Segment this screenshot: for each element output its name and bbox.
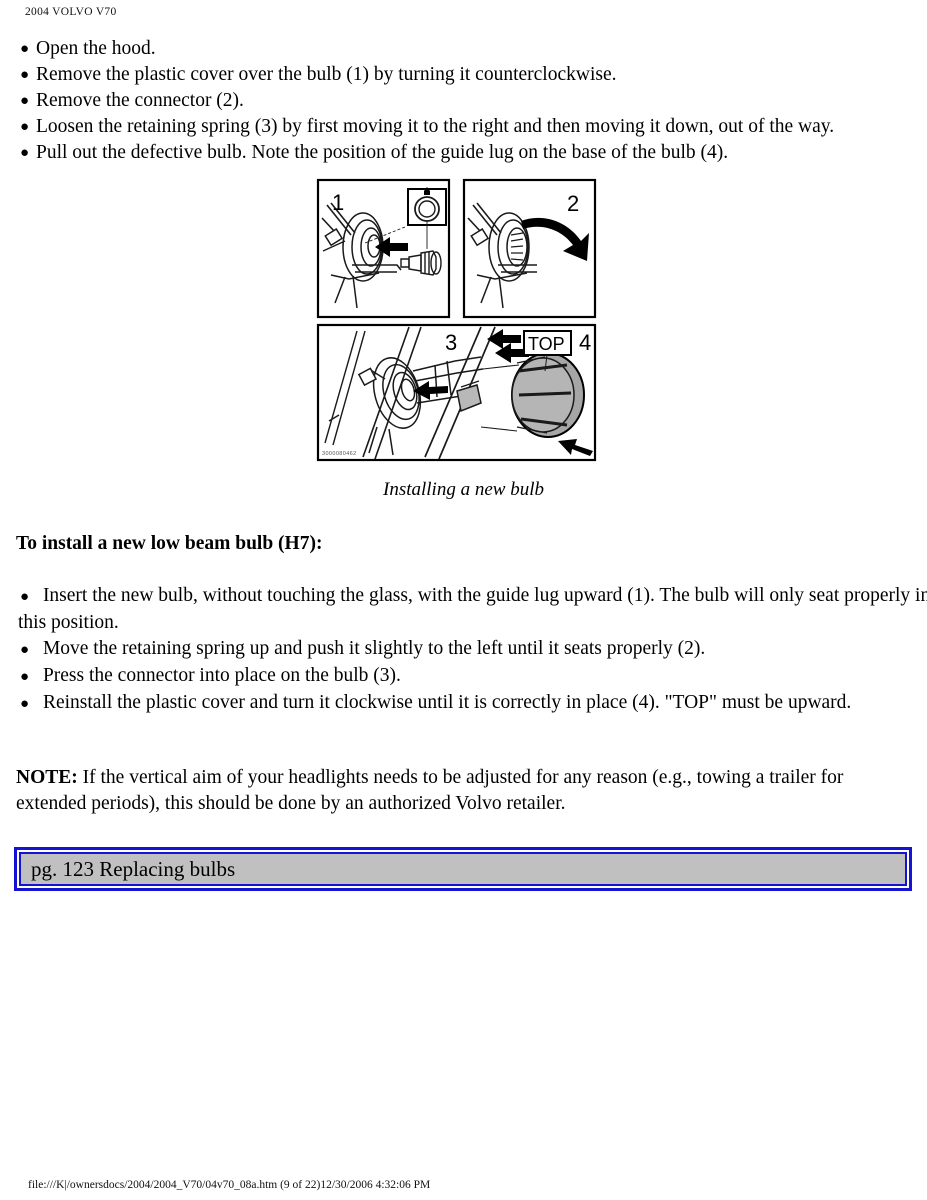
page-header-title: 2004 VOLVO V70 xyxy=(25,6,117,18)
bullet-icon: ● xyxy=(20,696,30,712)
page-reference-box[interactable]: pg. 123 Replacing bulbs xyxy=(14,847,912,891)
illustration-panel-3-4: TOP 3 4 3000080462 xyxy=(316,323,597,462)
bullet-icon: ● xyxy=(20,119,30,135)
bullet-icon: ● xyxy=(20,93,30,109)
plastic-cover-part xyxy=(511,352,585,438)
bullet-icon: ● xyxy=(20,67,30,83)
list-item: ● Pull out the defective bulb. Note the … xyxy=(20,140,927,166)
panel-number-4: 4 xyxy=(579,330,591,355)
panel-number-3: 3 xyxy=(445,330,457,355)
list-item: ● Open the hood. xyxy=(20,36,927,62)
list-item: ● Press the connector into place on the … xyxy=(18,663,927,690)
list-item-text: Press the connector into place on the bu… xyxy=(42,665,401,686)
list-item-text: Remove the plastic cover over the bulb (… xyxy=(36,64,617,85)
top-marker-label: TOP xyxy=(528,334,565,354)
list-item: ● Move the retaining spring up and push … xyxy=(18,636,927,663)
note-paragraph: NOTE: If the vertical aim of your headli… xyxy=(16,765,896,817)
list-item-text: Move the retaining spring up and push it… xyxy=(42,638,706,659)
illustration-panel-1: 1 xyxy=(316,178,451,319)
page-reference-box-inner: pg. 123 Replacing bulbs xyxy=(19,852,907,886)
removal-steps-list: ● Open the hood. ● Remove the plastic co… xyxy=(0,36,927,166)
note-text: If the vertical aim of your headlights n… xyxy=(16,767,844,814)
list-item-text: Insert the new bulb, without touching th… xyxy=(18,585,927,633)
bullet-icon: ● xyxy=(20,145,30,161)
bullet-icon: ● xyxy=(20,589,30,605)
list-item: ● Reinstall the plastic cover and turn i… xyxy=(18,690,927,717)
list-item-text: Loosen the retaining spring (3) by first… xyxy=(36,116,835,137)
install-steps-list: ● Insert the new bulb, without touching … xyxy=(0,583,927,717)
list-item: ● Loosen the retaining spring (3) by fir… xyxy=(20,114,927,140)
list-item-text: Pull out the defective bulb. Note the po… xyxy=(36,142,729,163)
page-footer-path: file:///K|/ownersdocs/2004/2004_V70/04v7… xyxy=(28,1179,431,1191)
panel-number-1: 1 xyxy=(332,190,344,215)
list-item-text: Open the hood. xyxy=(36,38,156,59)
list-item: ● Remove the plastic cover over the bulb… xyxy=(20,62,927,88)
note-label: NOTE: xyxy=(16,767,78,788)
figure-caption: Installing a new bulb xyxy=(383,479,544,500)
section-heading: To install a new low beam bulb (H7): xyxy=(16,533,323,554)
bullet-icon: ● xyxy=(20,41,30,57)
list-item-text: Reinstall the plastic cover and turn it … xyxy=(42,692,852,713)
page-reference-label: pg. 123 Replacing bulbs xyxy=(31,857,236,881)
panel-number-2: 2 xyxy=(567,191,579,216)
bulb-replacement-illustration: 1 2 TOP 3 4 3000080462 xyxy=(305,175,607,465)
bullet-icon: ● xyxy=(20,642,30,658)
list-item: ● Remove the connector (2). xyxy=(20,88,927,114)
bullet-icon: ● xyxy=(20,669,30,685)
illustration-code: 3000080462 xyxy=(322,451,357,457)
list-item: ● Insert the new bulb, without touching … xyxy=(18,583,927,636)
illustration-panel-2: 2 xyxy=(462,178,597,319)
list-item-text: Remove the connector (2). xyxy=(36,90,244,111)
